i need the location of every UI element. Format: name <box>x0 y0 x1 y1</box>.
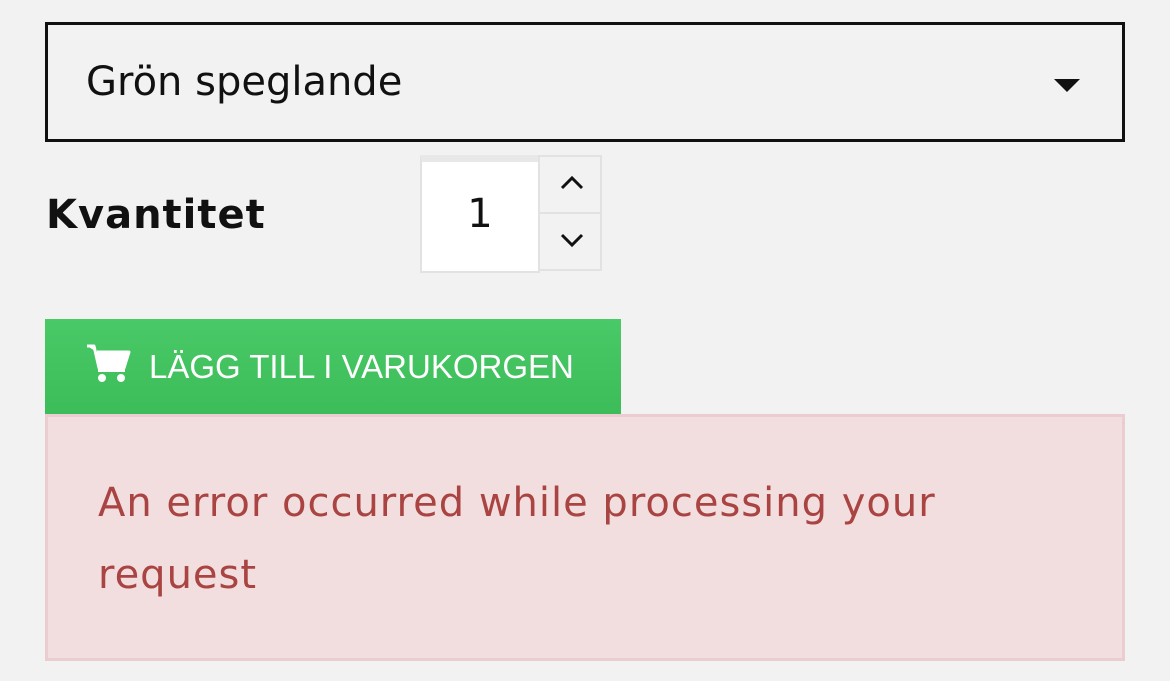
cart-icon <box>87 344 131 382</box>
variant-select[interactable]: Grön speglande <box>45 22 1125 142</box>
error-alert: An error occurred while processing your … <box>45 414 1125 661</box>
chevron-up-icon <box>560 175 584 190</box>
quantity-increase-button[interactable] <box>538 155 602 214</box>
quantity-decrease-button[interactable] <box>538 212 602 271</box>
variant-select-value: Grön speglande <box>86 59 403 105</box>
add-to-cart-button[interactable]: LÄGG TILL I VARUKORGEN <box>45 319 621 414</box>
add-to-cart-label: LÄGG TILL I VARUKORGEN <box>149 348 574 385</box>
caret-down-icon <box>1054 79 1080 92</box>
quantity-input[interactable]: 1 <box>420 155 540 273</box>
error-message: An error occurred while processing your … <box>98 480 936 598</box>
quantity-label: Kvantitet <box>46 192 266 238</box>
chevron-down-icon <box>560 233 584 248</box>
